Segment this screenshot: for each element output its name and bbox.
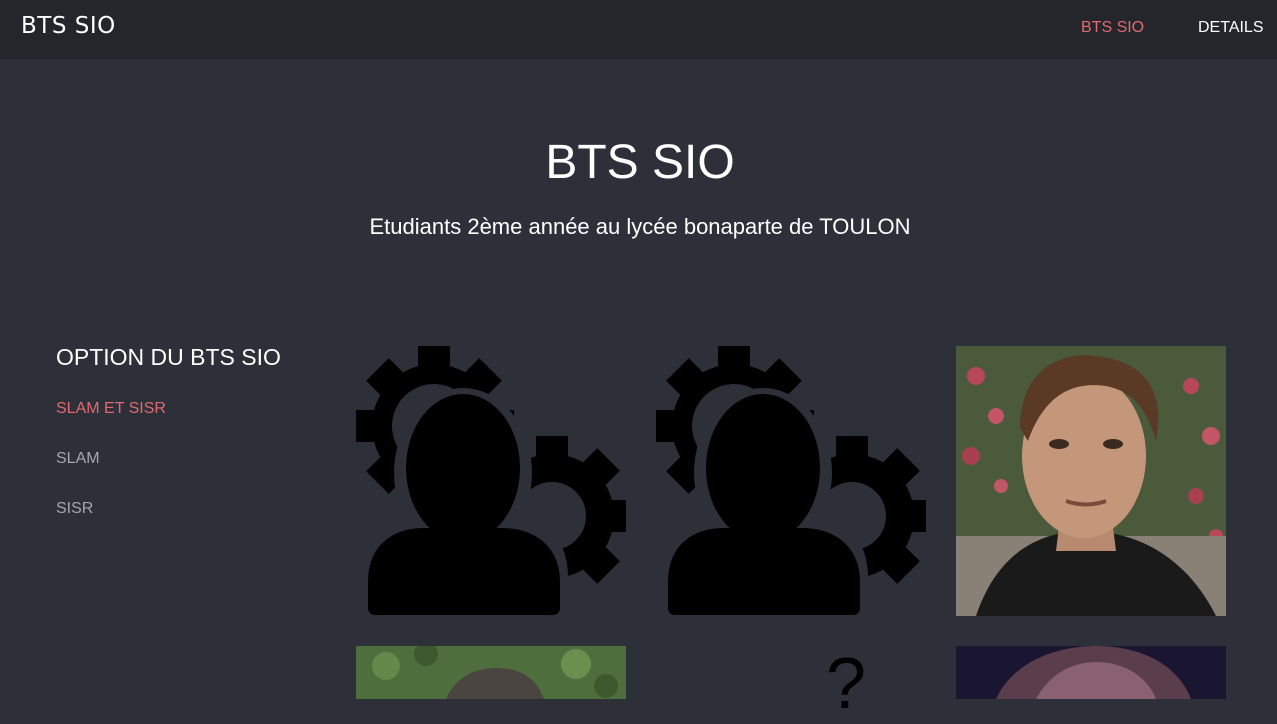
user-gear-icon — [656, 346, 926, 616]
brand-link[interactable]: BTS SIO — [21, 13, 116, 39]
student-photo[interactable] — [356, 646, 626, 699]
hero-subtitle: Etudiants 2ème année au lycée bonaparte … — [369, 214, 911, 239]
portrait-image — [356, 646, 626, 699]
top-navbar: BTS SIO BTS SIO DETAILS — [0, 0, 1277, 59]
hero-title: BTS SIO — [545, 136, 735, 189]
option-link-slam[interactable]: SLAM — [56, 450, 100, 468]
placeholder-glyph: ? — [826, 644, 867, 724]
student-photo[interactable] — [956, 346, 1226, 616]
student-photo[interactable] — [956, 646, 1226, 699]
portrait-image — [956, 346, 1226, 616]
nav-link-details[interactable]: DETAILS — [1198, 19, 1264, 37]
option-link-sisr[interactable]: SISR — [56, 500, 93, 518]
options-heading: OPTION DU BTS SIO — [56, 344, 281, 370]
portrait-image — [956, 646, 1226, 699]
gallery-tile[interactable] — [656, 346, 926, 616]
gallery-tile[interactable] — [356, 346, 626, 616]
nav-link-bts-sio[interactable]: BTS SIO — [1081, 19, 1144, 37]
option-link-slam-et-sisr[interactable]: SLAM ET SISR — [56, 400, 166, 418]
user-gear-icon — [356, 346, 626, 616]
